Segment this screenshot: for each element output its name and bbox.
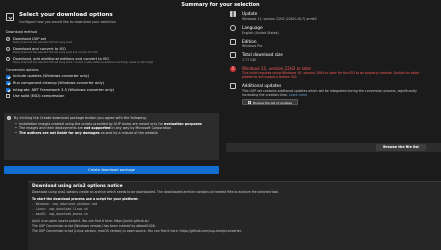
aria2-script-macos: - macOS: uup_download_macos.sh (32, 211, 88, 216)
agreement-lead: By clicking the Create download package … (14, 116, 147, 120)
additional-updates-info: Additional updates This UUP set contains… (226, 83, 441, 105)
aria2-line: The UUP Conversion script (Linux version… (32, 228, 242, 233)
download-options-subtitle: Configure how you would like to download… (19, 19, 116, 24)
edition-icon (230, 38, 236, 45)
option-label: Include updates (Windows converter only) (13, 74, 89, 79)
learn-more-link[interactable]: Learn more (289, 93, 307, 97)
update-info: Update Windows 11, version 22H2 (22621.8… (226, 11, 441, 21)
radio-uup-set[interactable] (6, 37, 10, 42)
aria2-script-windows: - Windows: uup_download_windows.cmd (32, 201, 98, 206)
language-info: Language English (United States) (226, 24, 441, 35)
edition-title: Edition (242, 38, 257, 44)
warning-text: This build requires using Windows 10, ve… (242, 71, 420, 80)
aria2-line: Aria2 is an open source project. You can… (32, 218, 150, 223)
option-label: Use solid (ESD) compression (13, 94, 65, 99)
updates-icon (230, 83, 236, 90)
checkbox-netfx35[interactable] (6, 87, 10, 92)
size-info: Total download size 7.77 GiB (226, 52, 441, 62)
language-value: English (United States) (242, 30, 279, 35)
option-component-cleanup[interactable]: Run component cleanup (Windows converter… (0, 81, 222, 86)
file-list-bar: Browse the file list (226, 143, 441, 152)
aria2-script-linux: - Linux: uup_download_linux.sh (32, 206, 88, 211)
download-method-label: Download method (6, 30, 38, 35)
windows-icon (230, 11, 236, 17)
additional-updates-text: This UUP set contains additional updates… (242, 88, 417, 97)
aria2-notice: Download using aria2 options notice Down… (28, 181, 441, 250)
method-editions-iso[interactable]: Download, add additional editions and co… (0, 57, 222, 64)
list-icon (248, 101, 251, 105)
browse-file-list-button[interactable]: Browse the file list (376, 144, 426, 151)
build-warning: ! Windows 11, version 22H2 or later This… (226, 66, 441, 79)
conversion-options-label: Conversion options (6, 68, 39, 73)
info-icon: i (7, 116, 11, 120)
selection-summary-panel: Update Windows 11, version 22H2 (22621.8… (226, 9, 441, 181)
checkbox-solid-esd[interactable] (6, 94, 10, 99)
agreement-notice: i By clicking the Create download packag… (4, 113, 219, 160)
download-icon (6, 13, 14, 21)
aria2-notice-title: Download using aria2 options notice (32, 184, 123, 189)
aria2-line: Download using aria2 options create an a… (32, 189, 280, 194)
language-title: Language (242, 24, 263, 30)
download-options-header: Select your download options Configure h… (0, 9, 222, 27)
error-icon: ! (230, 66, 236, 72)
browse-updates-button[interactable]: Browse the list of updates (242, 98, 299, 105)
aria2-line: The UUP Conversion script (Windows versi… (32, 223, 156, 228)
size-title: Total download size (242, 52, 283, 58)
method-uup-set[interactable]: Download UUP set Easily download the sel… (0, 37, 222, 44)
method-convert-iso[interactable]: Download and convert to ISO Easily downl… (0, 47, 222, 54)
agreement-item: The authors are not liable for any damag… (14, 131, 215, 135)
update-title: Update (242, 11, 258, 16)
option-label: Integrate .NET Framework 3.5 (Windows co… (13, 87, 115, 92)
method-desc: Easily download the selected UUP set usi… (13, 41, 73, 45)
method-desc: Easily download the selected UUP set usi… (13, 61, 154, 65)
radio-convert-iso[interactable] (6, 47, 10, 52)
globe-icon (230, 24, 236, 31)
radio-editions-iso[interactable] (6, 57, 10, 62)
edition-info: Edition Windows Pro (226, 38, 441, 49)
aria2-line: To start the download process use a scri… (32, 196, 139, 201)
edition-value: Windows Pro (242, 44, 263, 49)
update-value: Windows 11, version 22H2 (22621.817) arm… (242, 16, 317, 21)
method-desc: Easily download the selected UUP set usi… (13, 51, 98, 55)
option-include-updates[interactable]: Include updates (Windows converter only) (0, 74, 222, 79)
agreement-item: Installation images created using the sc… (14, 122, 215, 126)
disk-icon (230, 52, 236, 59)
checkbox-include-updates[interactable] (6, 74, 10, 79)
option-netfx35[interactable]: Integrate .NET Framework 3.5 (Windows co… (0, 88, 222, 92)
option-label: Run component cleanup (Windows converter… (13, 81, 104, 86)
option-solid-esd[interactable]: Use solid (ESD) compression (0, 94, 222, 99)
create-download-package-button[interactable]: Create download package (4, 166, 219, 174)
size-value: 7.77 GiB (242, 58, 256, 62)
page-title: Summary for your selection (181, 2, 260, 8)
agreement-item: The images and their deployments are not… (14, 126, 215, 130)
checkbox-component-cleanup[interactable] (6, 81, 10, 86)
download-options-title: Select your download options (19, 12, 113, 18)
